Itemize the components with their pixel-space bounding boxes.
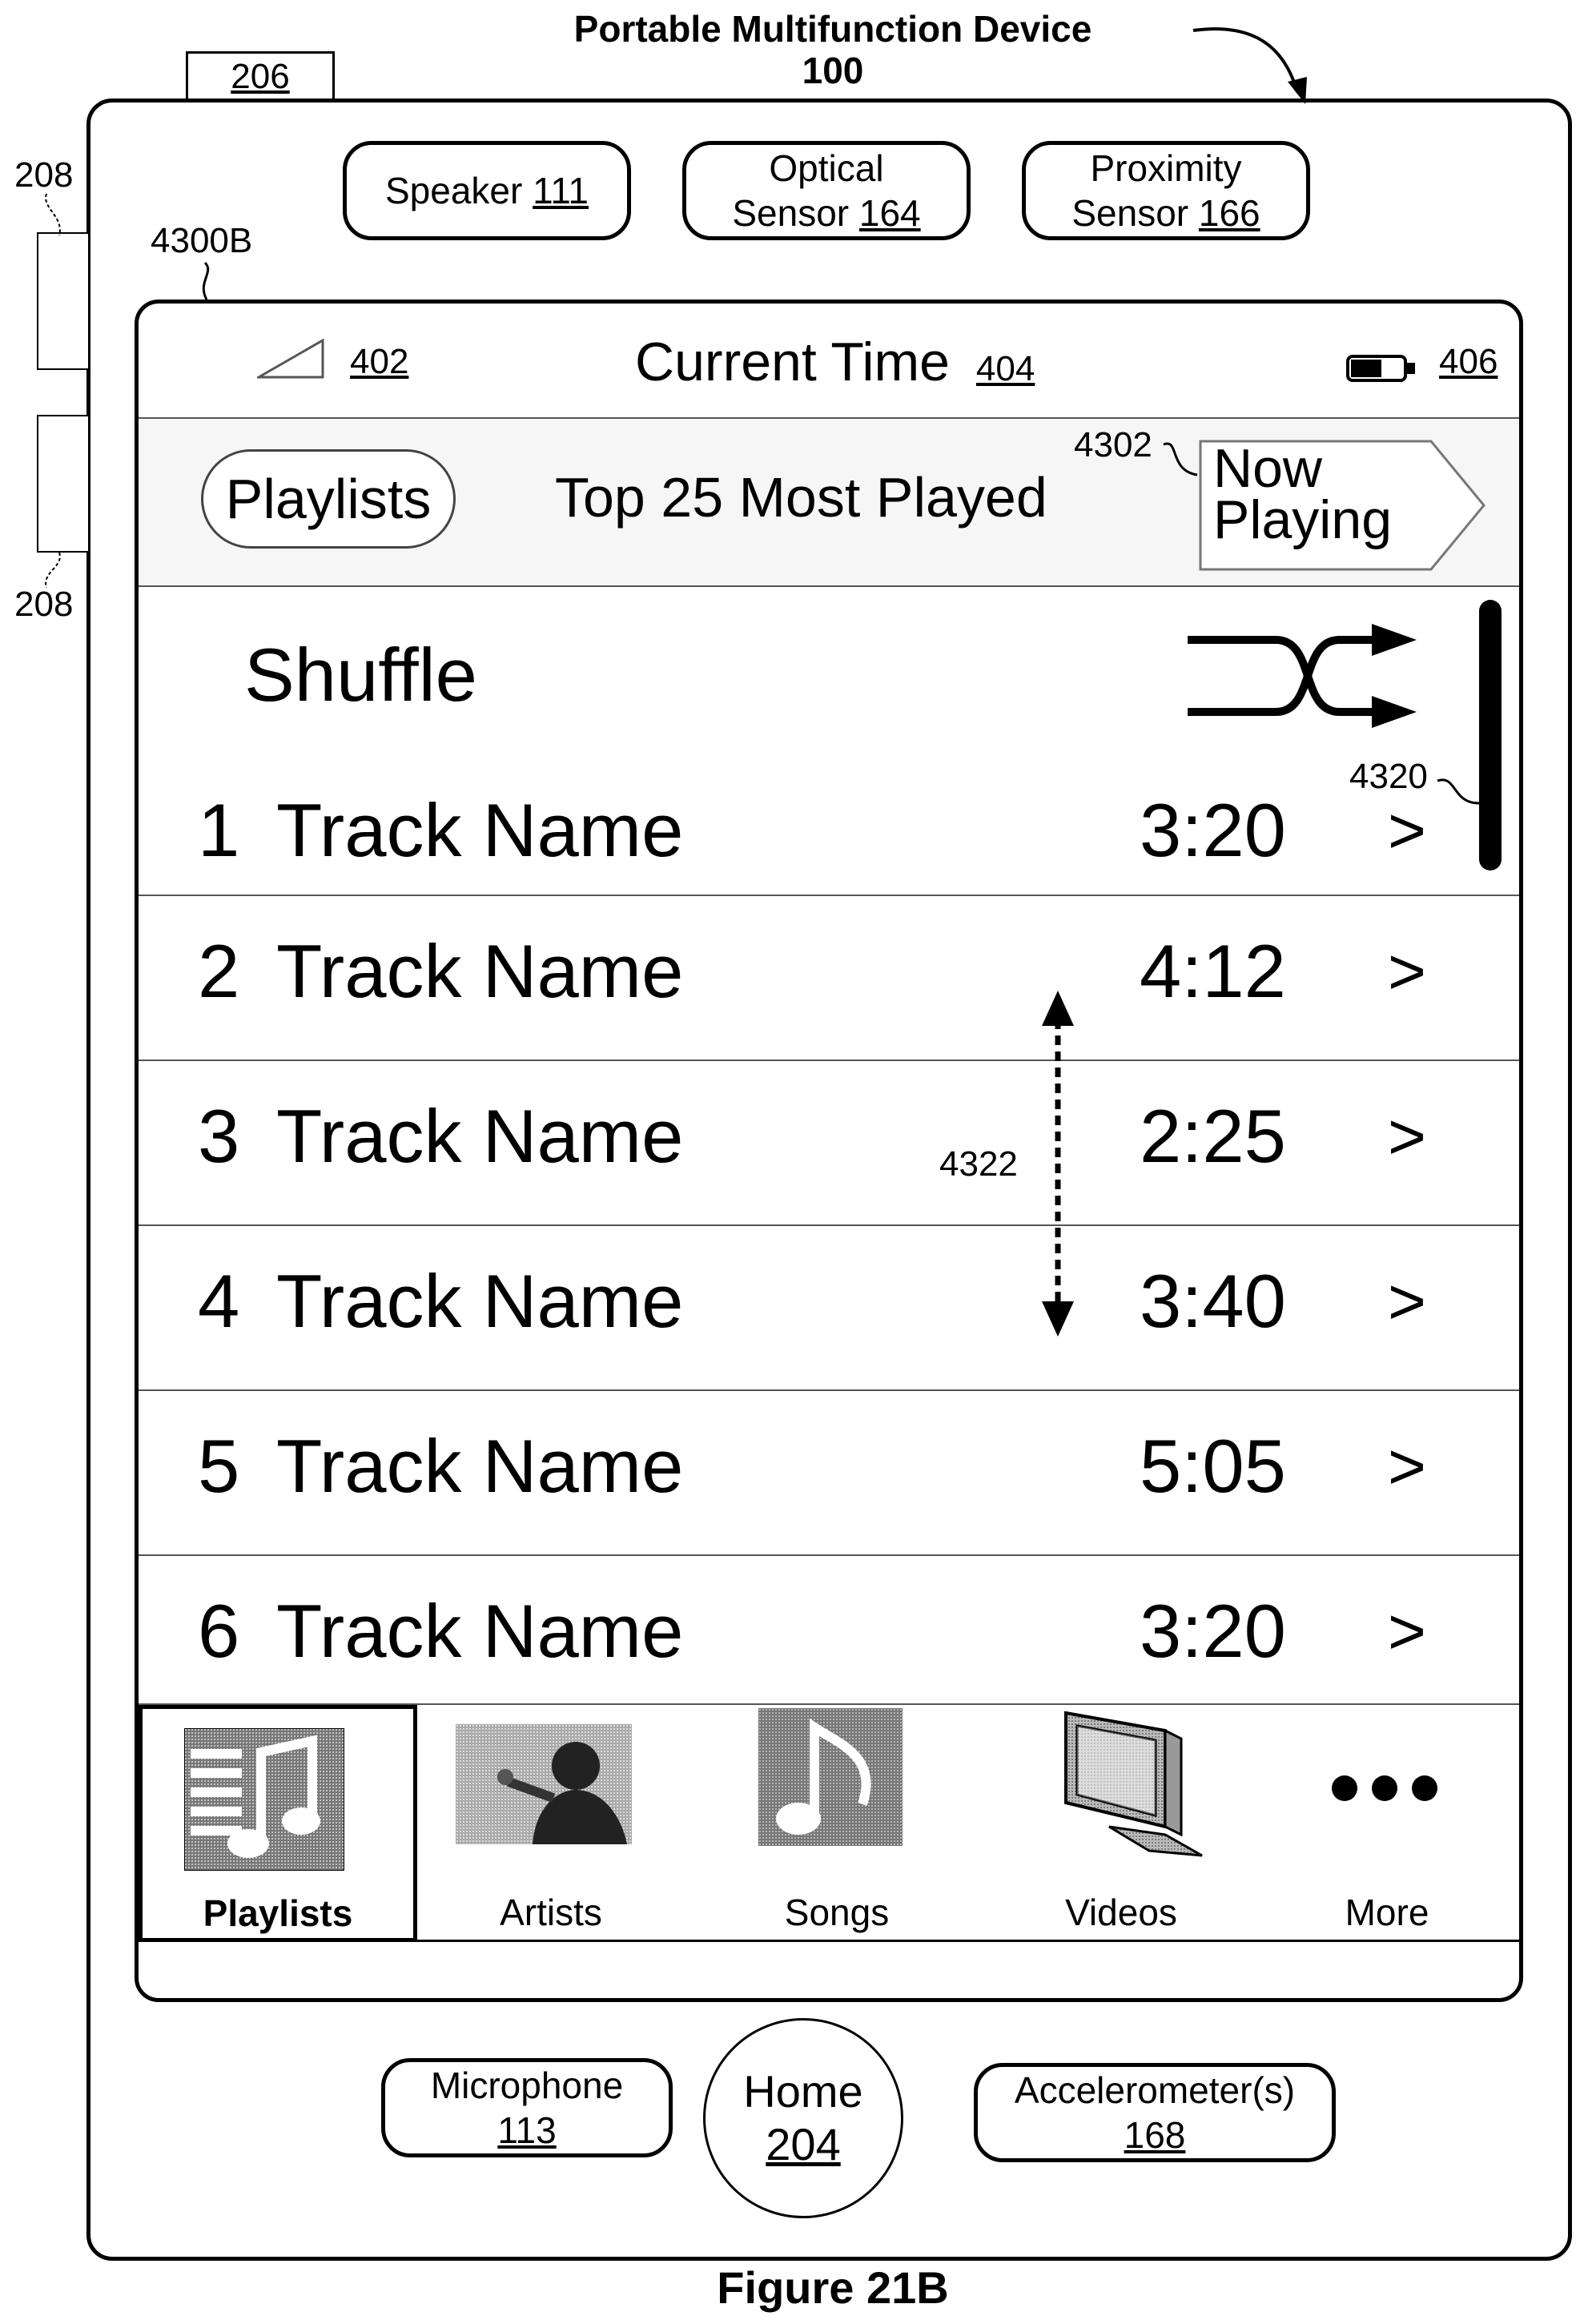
track-number: 5 xyxy=(198,1423,239,1510)
microphone-pill: Microphone 113 xyxy=(381,2058,673,2157)
tab-videos[interactable]: Videos xyxy=(989,1705,1253,1942)
chevron-right-icon: > xyxy=(1388,1594,1426,1670)
ref-208-top: 208 xyxy=(14,155,73,195)
track-name: Track Name xyxy=(276,1093,683,1180)
volume-up-button[interactable] xyxy=(37,232,88,370)
artist-icon xyxy=(456,1724,632,1844)
ref-4300b: 4300B xyxy=(151,221,252,261)
tab-bar: Playlists Artists xyxy=(139,1703,1519,1942)
track-number: 3 xyxy=(198,1093,239,1180)
chevron-right-icon: > xyxy=(1388,935,1426,1010)
track-row[interactable]: 6 Track Name 3:20 > xyxy=(139,1556,1519,1721)
track-name: Track Name xyxy=(276,787,683,874)
tab-label: Artists xyxy=(417,1891,685,1934)
chevron-right-icon: > xyxy=(1388,1265,1426,1340)
signal-strength-icon xyxy=(257,339,324,379)
device-pointer-arrow xyxy=(1185,16,1313,104)
tab-label: Playlists xyxy=(143,1892,413,1935)
now-playing-button[interactable]: Now Playing xyxy=(1213,443,1437,545)
optical-sensor-pill: Optical Sensor 164 xyxy=(682,141,971,240)
track-duration: 3:40 xyxy=(1140,1258,1286,1345)
track-row[interactable]: 2 Track Name 4:12 > xyxy=(139,896,1519,1061)
music-note-icon xyxy=(758,1708,903,1846)
tab-206: 206 xyxy=(186,51,335,101)
swipe-gesture-arrow xyxy=(1034,987,1082,1340)
status-bar: 402 Current Time 404 406 xyxy=(139,304,1519,419)
device-title: Portable Multifunction Device 100 xyxy=(448,8,1217,91)
signal-ref: 402 xyxy=(350,342,408,382)
track-duration: 5:05 xyxy=(1140,1423,1286,1510)
battery-ref: 406 xyxy=(1439,342,1498,382)
tv-icon xyxy=(1061,1707,1213,1867)
track-row[interactable]: 4 Track Name 3:40 > xyxy=(139,1226,1519,1391)
track-duration: 3:20 xyxy=(1140,787,1286,874)
volume-down-button[interactable] xyxy=(37,415,88,553)
ref-208-bottom: 208 xyxy=(14,585,73,625)
now-playing-ref: 4302 xyxy=(1074,425,1152,465)
nav-title: Top 25 Most Played xyxy=(555,465,1047,529)
chevron-right-icon: > xyxy=(1388,1429,1426,1505)
track-name: Track Name xyxy=(276,928,683,1015)
now-playing-ref-leader xyxy=(1162,438,1202,483)
track-row[interactable]: 1 Track Name 3:20 > xyxy=(139,587,1519,896)
track-name: Track Name xyxy=(276,1588,683,1675)
track-number: 2 xyxy=(198,928,239,1015)
chevron-right-icon: > xyxy=(1388,1100,1426,1175)
tab-label: More xyxy=(1253,1891,1521,1934)
playlists-back-button[interactable]: Playlists xyxy=(201,449,456,549)
tab-songs[interactable]: Songs xyxy=(685,1705,989,1942)
tab-label: Videos xyxy=(989,1891,1253,1934)
proximity-sensor-pill: Proximity Sensor 166 xyxy=(1022,141,1310,240)
figure-caption: Figure 21B xyxy=(641,2262,1025,2314)
track-row[interactable]: 5 Track Name 5:05 > xyxy=(139,1391,1519,1556)
track-number: 1 xyxy=(198,787,239,874)
track-name: Track Name xyxy=(276,1258,683,1345)
tab-artists[interactable]: Artists xyxy=(417,1705,685,1942)
swipe-gesture-ref: 4322 xyxy=(939,1144,1018,1184)
navigation-bar: Playlists Top 25 Most Played 4302 Now Pl… xyxy=(139,419,1519,587)
track-number: 4 xyxy=(198,1258,239,1345)
ref-208-bottom-leader xyxy=(40,551,72,589)
battery-icon xyxy=(1346,353,1417,384)
current-time: Current Time 404 xyxy=(635,331,1035,393)
more-dots-icon xyxy=(1329,1772,1441,1804)
speaker-pill: Speaker 111 xyxy=(343,141,631,240)
track-name: Track Name xyxy=(276,1423,683,1510)
ref-208-top-leader xyxy=(40,192,72,237)
chevron-right-icon: > xyxy=(1388,794,1426,869)
playlists-icon xyxy=(184,1728,344,1871)
track-duration: 3:20 xyxy=(1140,1588,1286,1675)
track-row[interactable]: 3 Track Name 2:25 > xyxy=(139,1061,1519,1226)
tab-playlists[interactable]: Playlists xyxy=(139,1705,417,1942)
track-number: 6 xyxy=(198,1588,239,1675)
tab-label: Songs xyxy=(685,1891,989,1934)
tab-more[interactable]: More xyxy=(1253,1705,1521,1942)
track-duration: 4:12 xyxy=(1140,928,1286,1015)
accelerometer-pill: Accelerometer(s) 168 xyxy=(974,2063,1336,2162)
home-button[interactable]: Home 204 xyxy=(703,2018,903,2218)
track-duration: 2:25 xyxy=(1140,1093,1286,1180)
ref-4300b-leader xyxy=(195,261,219,301)
screen: 402 Current Time 404 406 Playlists Top 2… xyxy=(135,300,1523,2002)
